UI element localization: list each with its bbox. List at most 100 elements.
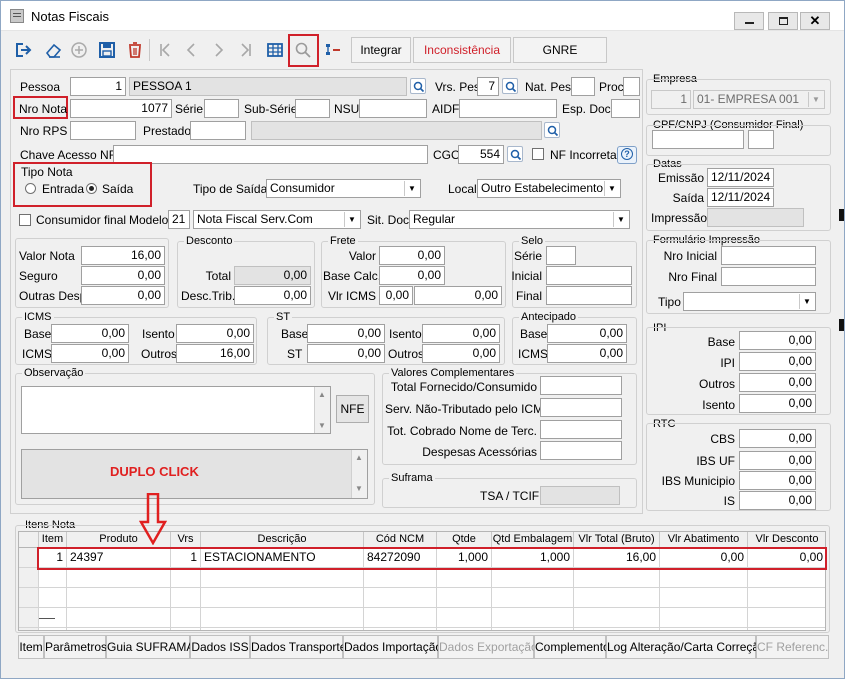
cell-empty[interactable] <box>201 608 364 628</box>
cell-empty[interactable] <box>574 568 660 588</box>
nro-final-input[interactable] <box>721 267 816 286</box>
desc-trib-input[interactable]: 0,00 <box>234 286 311 305</box>
grid-header-vlr-abatimento[interactable]: Vlr Abatimento <box>660 532 748 548</box>
cell-empty[interactable] <box>492 608 574 628</box>
tipo-saida-select[interactable]: Consumidor ▼ <box>266 179 421 198</box>
maximize-button[interactable] <box>768 12 798 30</box>
tab-cf-referenc[interactable]: CF Referenc. <box>756 635 829 659</box>
gnre-button[interactable]: GNRE <box>513 37 607 63</box>
grid-header-qtd-embalagem[interactable]: Qtd Embalagem <box>492 532 574 548</box>
scroll-up-icon[interactable]: ▲ <box>318 390 326 399</box>
cell-empty[interactable] <box>67 588 171 608</box>
icms-isento-input[interactable]: 0,00 <box>176 324 254 343</box>
cpf-cnpj-digit-input[interactable] <box>748 130 774 149</box>
despesas-acessorias-input[interactable] <box>540 441 622 460</box>
cell-empty[interactable] <box>171 628 201 630</box>
cell-empty[interactable] <box>67 628 171 630</box>
cell-empty[interactable] <box>660 628 748 630</box>
itens-grid[interactable]: Item Produto Vrs Descrição Cód NCM Qtde Qtd Em… <box>18 531 826 631</box>
icms-base-input[interactable]: 0,00 <box>51 324 129 343</box>
prestador-name-input[interactable] <box>251 121 542 140</box>
chave-acesso-input[interactable] <box>113 145 428 164</box>
selo-final-input[interactable] <box>546 286 632 305</box>
prestador-input[interactable] <box>190 121 246 140</box>
grid-header-vlr-desconto[interactable]: Vlr Desconto <box>748 532 825 548</box>
row-indicator[interactable] <box>19 568 39 588</box>
scroll-down-icon[interactable]: ▼ <box>355 484 363 493</box>
tab-dados-importacao[interactable]: Dados Importação <box>343 635 442 659</box>
add-button[interactable] <box>67 37 91 63</box>
filter-button[interactable] <box>321 37 345 63</box>
impressao-input[interactable] <box>707 208 804 227</box>
cell-empty[interactable] <box>39 588 67 608</box>
valor-nota-input[interactable]: 16,00 <box>81 246 165 265</box>
cell-empty[interactable] <box>748 628 825 630</box>
tab-log-alteracao-carta-correcao[interactable]: Log Alteração/Carta Correção <box>606 635 766 659</box>
cell-empty[interactable] <box>201 568 364 588</box>
observacao-textarea[interactable]: ▲ ▼ <box>21 386 331 434</box>
row-indicator[interactable] <box>19 588 39 608</box>
tab-complemento[interactable]: Complemento <box>534 635 610 659</box>
is-input[interactable]: 0,00 <box>739 491 816 510</box>
cell-empty[interactable] <box>437 628 492 630</box>
cell-empty[interactable] <box>364 588 437 608</box>
grid-header-vrs[interactable]: Vrs <box>171 532 201 548</box>
integrar-button[interactable]: Integrar <box>351 37 411 63</box>
tab-guia-suframa[interactable]: Guia SUFRAMA <box>106 635 194 659</box>
next-record-button[interactable] <box>207 37 231 63</box>
previous-record-button[interactable] <box>179 37 203 63</box>
cell-empty[interactable] <box>660 568 748 588</box>
cell-empty[interactable] <box>201 628 364 630</box>
aidf-input[interactable] <box>459 99 557 118</box>
antecipado-base-input[interactable]: 0,00 <box>547 324 627 343</box>
ipi-outros-input[interactable]: 0,00 <box>739 373 816 392</box>
cell-empty[interactable] <box>492 628 574 630</box>
desconto-total-input[interactable]: 0,00 <box>234 266 311 285</box>
cell-empty[interactable] <box>67 568 171 588</box>
row-indicator[interactable] <box>19 608 39 628</box>
cell-empty[interactable] <box>492 568 574 588</box>
tsa-tcif-input[interactable] <box>540 486 620 505</box>
pessoa-name-input[interactable]: PESSOA 1 <box>129 77 407 96</box>
cpf-cnpj-input[interactable] <box>652 130 744 149</box>
nf-incorreta-checkbox[interactable] <box>532 148 544 160</box>
saida-radio[interactable] <box>86 183 97 194</box>
title-bar[interactable]: Notas Fiscais ✕ <box>1 1 844 31</box>
cell-empty[interactable] <box>171 588 201 608</box>
cell-empty[interactable] <box>171 568 201 588</box>
vlr-icms-input-b[interactable]: 0,00 <box>414 286 502 305</box>
empresa-select[interactable]: 01- EMPRESA 001 ▼ <box>693 90 825 109</box>
entrada-radio[interactable] <box>25 183 36 194</box>
observacao-scrollbar-2[interactable]: ▲ ▼ <box>351 450 367 498</box>
proc-input[interactable] <box>623 77 640 96</box>
esp-doc-input[interactable] <box>611 99 640 118</box>
cell-empty[interactable] <box>364 608 437 628</box>
cell-empty[interactable] <box>364 628 437 630</box>
antecipado-icms-input[interactable]: 0,00 <box>547 344 627 363</box>
nro-rps-input[interactable] <box>70 121 136 140</box>
minimize-button[interactable] <box>734 12 764 30</box>
ibs-municipio-input[interactable]: 0,00 <box>739 471 816 490</box>
cell-empty[interactable] <box>748 568 825 588</box>
row-indicator[interactable] <box>19 548 39 568</box>
cell-empty[interactable] <box>67 608 171 628</box>
nro-nota-input[interactable]: 1077 <box>70 99 172 118</box>
grid-header-descricao[interactable]: Descrição <box>201 532 364 548</box>
cell-empty[interactable] <box>574 588 660 608</box>
tab-item[interactable]: Item <box>18 635 44 659</box>
inconsistencia-button[interactable]: Inconsistência <box>413 37 511 63</box>
cell-empty[interactable] <box>39 568 67 588</box>
cell-empty[interactable] <box>574 628 660 630</box>
local-select[interactable]: Outro Estabelecimento ▼ <box>477 179 621 198</box>
row-indicator[interactable] <box>19 628 39 630</box>
st-outros-input[interactable]: 0,00 <box>422 344 500 363</box>
ipi-base-input[interactable]: 0,00 <box>739 331 816 350</box>
selo-inicial-input[interactable] <box>546 266 632 285</box>
cell-empty[interactable] <box>171 608 201 628</box>
grid-header-qtde[interactable]: Qtde <box>437 532 492 548</box>
cell-empty[interactable] <box>437 608 492 628</box>
save-button[interactable] <box>95 37 119 63</box>
cell-empty[interactable] <box>201 588 364 608</box>
nro-inicial-input[interactable] <box>721 246 816 265</box>
last-record-button[interactable] <box>234 37 258 63</box>
